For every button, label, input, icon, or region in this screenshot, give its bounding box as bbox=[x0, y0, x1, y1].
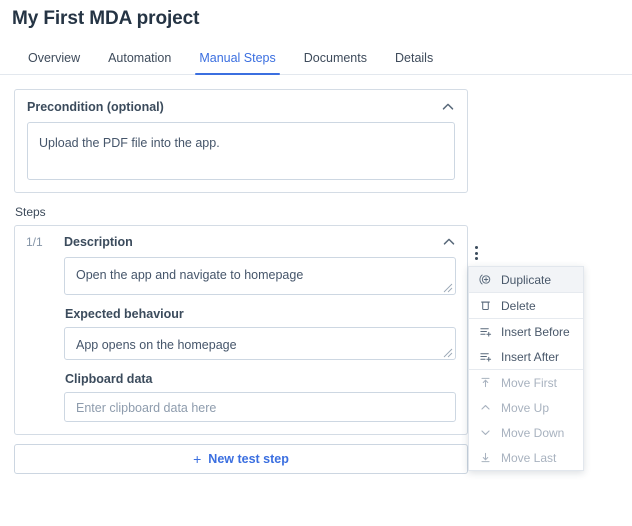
menu-item-label: Insert After bbox=[501, 350, 559, 364]
plus-icon: + bbox=[193, 451, 201, 467]
menu-item-move-first[interactable]: Move First bbox=[469, 370, 583, 395]
context-menu-group: Insert Before Insert After bbox=[469, 318, 583, 369]
menu-item-move-last[interactable]: Move Last bbox=[469, 445, 583, 470]
chevron-up-icon bbox=[479, 401, 492, 414]
step-index: 1/1 bbox=[26, 235, 64, 249]
menu-item-label: Move First bbox=[501, 376, 557, 390]
step-body: Open the app and navigate to homepage Ex… bbox=[26, 257, 456, 422]
chevron-up-icon[interactable] bbox=[442, 235, 456, 249]
menu-item-label: Move Down bbox=[501, 426, 564, 440]
step-card: 1/1 Description Open the app and navigat… bbox=[14, 225, 468, 435]
resize-handle-icon[interactable] bbox=[442, 347, 453, 358]
step-header: 1/1 Description bbox=[26, 235, 456, 249]
tab-documents[interactable]: Documents bbox=[290, 51, 381, 74]
precondition-title: Precondition (optional) bbox=[27, 100, 164, 114]
kebab-menu-icon[interactable] bbox=[466, 243, 486, 263]
page-title: My First MDA project bbox=[0, 0, 632, 30]
insert-after-icon bbox=[479, 350, 492, 363]
duplicate-icon bbox=[479, 273, 492, 286]
menu-item-label: Move Last bbox=[501, 451, 556, 465]
kebab-dot bbox=[475, 257, 478, 260]
resize-handle-icon[interactable] bbox=[442, 282, 453, 293]
precondition-textarea[interactable]: Upload the PDF file into the app. bbox=[27, 122, 455, 180]
precondition-header: Precondition (optional) bbox=[27, 100, 455, 114]
move-first-icon bbox=[479, 376, 492, 389]
menu-item-move-up[interactable]: Move Up bbox=[469, 395, 583, 420]
step-description-label: Description bbox=[64, 235, 442, 249]
menu-item-insert-after[interactable]: Insert After bbox=[469, 344, 583, 369]
tab-automation[interactable]: Automation bbox=[94, 51, 185, 74]
trash-icon bbox=[479, 299, 492, 312]
context-menu-group: Delete bbox=[469, 292, 583, 318]
menu-item-insert-before[interactable]: Insert Before bbox=[469, 319, 583, 344]
menu-item-move-down[interactable]: Move Down bbox=[469, 420, 583, 445]
chevron-up-icon[interactable] bbox=[441, 100, 455, 114]
menu-item-label: Move Up bbox=[501, 401, 549, 415]
precondition-card: Precondition (optional) Upload the PDF f… bbox=[14, 89, 468, 193]
move-last-icon bbox=[479, 451, 492, 464]
insert-before-icon bbox=[479, 325, 492, 338]
new-test-step-label: New test step bbox=[208, 452, 289, 466]
menu-item-delete[interactable]: Delete bbox=[469, 293, 583, 318]
steps-section-label: Steps bbox=[15, 205, 620, 219]
context-menu-group: Duplicate bbox=[469, 267, 583, 292]
kebab-dot bbox=[475, 246, 478, 249]
step-expected-textarea[interactable]: App opens on the homepage bbox=[64, 327, 456, 360]
menu-item-duplicate[interactable]: Duplicate bbox=[469, 267, 583, 292]
step-description-textarea[interactable]: Open the app and navigate to homepage bbox=[64, 257, 456, 295]
context-menu-group: Move First Move Up Move Down bbox=[469, 369, 583, 470]
step-clipboard-input[interactable]: Enter clipboard data here bbox=[64, 392, 456, 422]
menu-item-label: Insert Before bbox=[501, 325, 570, 339]
tab-overview[interactable]: Overview bbox=[14, 51, 94, 74]
tab-manual-steps[interactable]: Manual Steps bbox=[185, 51, 289, 74]
new-test-step-button[interactable]: + New test step bbox=[14, 444, 468, 474]
tab-bar: Overview Automation Manual Steps Documen… bbox=[0, 30, 632, 75]
step-context-menu: Duplicate Delete bbox=[468, 266, 584, 471]
kebab-dot bbox=[475, 252, 478, 255]
menu-item-label: Delete bbox=[501, 299, 536, 313]
chevron-down-icon bbox=[479, 426, 492, 439]
tab-details[interactable]: Details bbox=[381, 51, 447, 74]
menu-item-label: Duplicate bbox=[501, 273, 551, 287]
step-clipboard-label: Clipboard data bbox=[65, 372, 456, 386]
step-expected-label: Expected behaviour bbox=[65, 307, 456, 321]
